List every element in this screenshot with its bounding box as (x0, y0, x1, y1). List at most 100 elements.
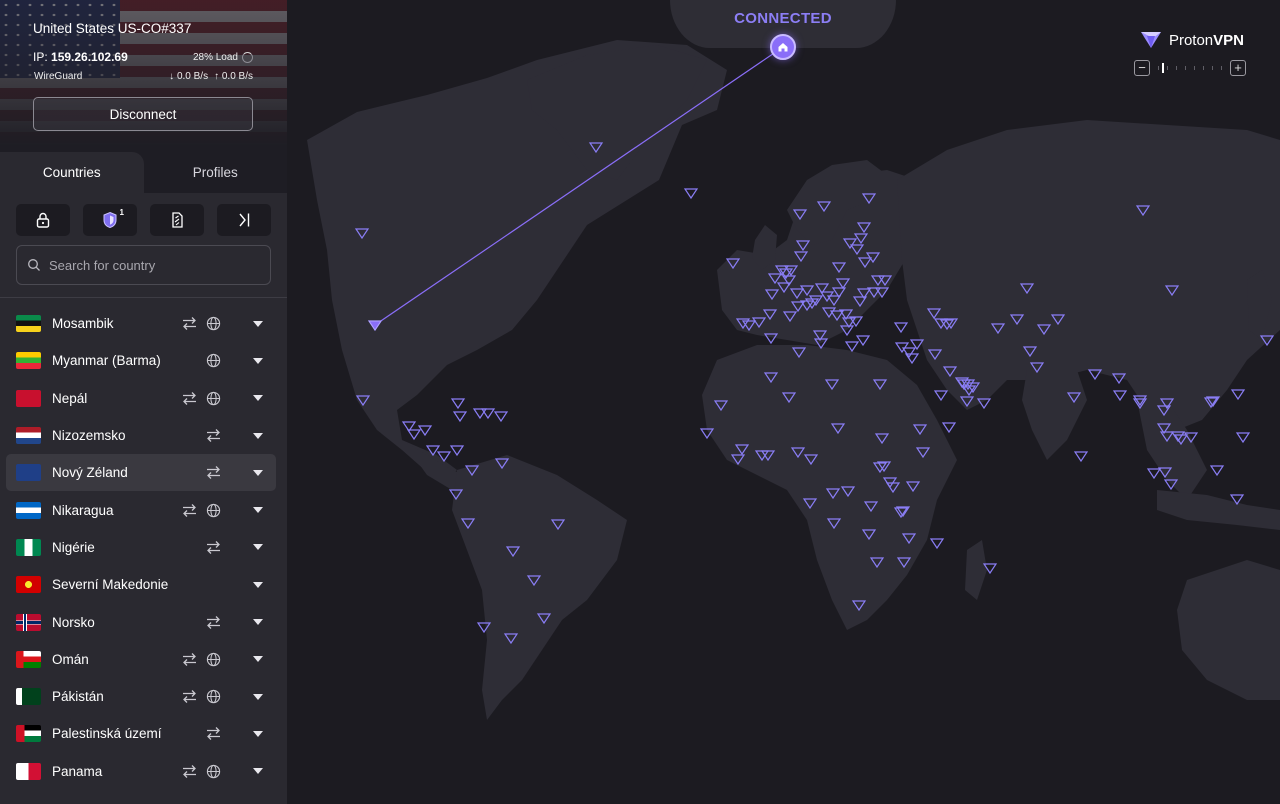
country-row[interactable]: Mosambik (6, 305, 276, 342)
p2p-icon (180, 502, 198, 518)
server-marker[interactable] (1209, 465, 1225, 477)
home-icon (778, 43, 788, 52)
server-marker[interactable] (855, 335, 871, 347)
server-load: 28% Load (193, 52, 253, 63)
country-name: Nikaragua (52, 502, 114, 518)
server-marker[interactable] (493, 411, 509, 423)
asia-land (897, 120, 1280, 430)
server-marker[interactable] (844, 341, 860, 353)
netherlands-flag (16, 427, 41, 445)
p2p-icon (180, 390, 198, 406)
country-row[interactable]: Omán (6, 641, 276, 678)
speed-stats: ↓ 0.0 B/s ↑ 0.0 B/s (169, 71, 253, 82)
chevron-down-icon[interactable] (253, 766, 263, 776)
ip-value: 159.26.102.69 (51, 50, 128, 64)
lock-icon (36, 212, 50, 228)
server-marker[interactable] (933, 390, 949, 402)
filter-secure-button[interactable] (16, 204, 70, 236)
server-marker[interactable] (406, 429, 422, 441)
panama-flag (16, 762, 41, 780)
country-row[interactable]: Norsko (6, 603, 276, 640)
p2p-icon (204, 614, 222, 630)
server-marker[interactable] (450, 398, 466, 410)
tab-profiles[interactable]: Profiles (144, 152, 288, 193)
server-marker[interactable] (683, 188, 699, 200)
server-marker[interactable] (893, 322, 909, 334)
home-pin[interactable] (770, 34, 796, 60)
connection-status: CONNECTED (734, 10, 832, 27)
filter-secure-core-button[interactable]: 1 (83, 204, 137, 236)
sidebar: United States US-CO#337 IP: 159.26.102.6… (0, 0, 287, 804)
zoom-out-button[interactable]: − (1134, 60, 1150, 76)
globe-icon (204, 651, 222, 667)
country-name: Nizozemsko (52, 428, 126, 444)
country-name: Nepál (52, 390, 88, 406)
country-row[interactable]: Nový Zéland (6, 454, 276, 492)
country-row[interactable]: Panama (6, 753, 276, 790)
chevron-down-icon[interactable] (253, 654, 263, 664)
chevron-down-icon[interactable] (253, 431, 263, 441)
server-marker[interactable] (472, 408, 488, 420)
ip-address: IP: 159.26.102.69 (33, 50, 128, 64)
server-marker[interactable] (1146, 468, 1162, 480)
server-marker[interactable] (449, 445, 465, 457)
server-marker[interactable] (901, 347, 917, 359)
world-map[interactable]: CONNECTED ProtonVPN − + (287, 0, 1280, 804)
search-icon (28, 259, 40, 271)
server-marker[interactable] (1235, 432, 1251, 444)
australia-land (1177, 560, 1280, 700)
chevron-down-icon[interactable] (253, 580, 263, 590)
country-row[interactable]: Pákistán (6, 678, 276, 715)
chevron-down-icon[interactable] (253, 542, 263, 552)
protocol-label: WireGuard (34, 71, 83, 82)
north-macedonia-flag (16, 576, 41, 594)
country-row[interactable]: Myanmar (Barma) (6, 342, 276, 379)
collapse-sidebar-button[interactable] (217, 204, 271, 236)
country-name: Omán (52, 651, 89, 667)
country-name: Palestinská území (52, 726, 162, 742)
server-marker[interactable] (452, 411, 468, 423)
server-marker[interactable] (1230, 389, 1246, 401)
zoom-slider-handle[interactable] (1162, 63, 1164, 73)
country-search (16, 245, 271, 285)
server-marker[interactable] (480, 408, 496, 420)
chevron-down-icon[interactable] (253, 617, 263, 627)
server-marker[interactable] (1073, 451, 1089, 463)
chevron-down-icon[interactable] (253, 319, 263, 329)
download-speed: ↓ 0.0 B/s (169, 71, 209, 82)
chevron-down-icon[interactable] (253, 356, 263, 366)
chevron-down-icon[interactable] (253, 505, 263, 515)
country-row[interactable]: Nepál (6, 380, 276, 417)
india-land (1022, 370, 1087, 460)
connection-header: United States US-CO#337 IP: 159.26.102.6… (0, 0, 287, 152)
chevron-down-icon[interactable] (253, 468, 263, 478)
chevron-down-icon[interactable] (253, 729, 263, 739)
server-marker[interactable] (941, 422, 957, 434)
server-marker[interactable] (417, 425, 433, 437)
disconnect-button[interactable]: Disconnect (33, 97, 253, 131)
country-row[interactable]: Nikaragua (6, 491, 276, 528)
search-input[interactable] (49, 257, 270, 273)
country-name: Nigérie (52, 539, 95, 555)
globe-icon (204, 316, 222, 332)
country-row[interactable]: Nigérie (6, 529, 276, 566)
zoom-in-button[interactable]: + (1230, 60, 1246, 76)
country-row[interactable]: Nizozemsko (6, 417, 276, 454)
server-marker[interactable] (929, 538, 945, 550)
zoom-slider[interactable] (1158, 63, 1222, 73)
server-marker[interactable] (1112, 390, 1128, 402)
upload-speed: ↑ 0.0 B/s (214, 71, 253, 82)
shield-icon (103, 211, 117, 229)
arrow-down-icon: ↓ (169, 71, 175, 82)
tab-countries[interactable]: Countries (0, 152, 144, 193)
quick-filters: 1 (0, 193, 287, 241)
chevron-down-icon[interactable] (253, 692, 263, 702)
secure-core-badge: 1 (119, 208, 124, 217)
chevron-down-icon[interactable] (253, 393, 263, 403)
country-row[interactable]: Severní Makedonie (6, 566, 276, 603)
filter-streaming-button[interactable] (150, 204, 204, 236)
sim-card-icon (172, 212, 183, 228)
country-name: Nový Zéland (52, 465, 128, 481)
norway-flag (16, 613, 41, 631)
country-row[interactable]: Palestinská území (6, 715, 276, 752)
